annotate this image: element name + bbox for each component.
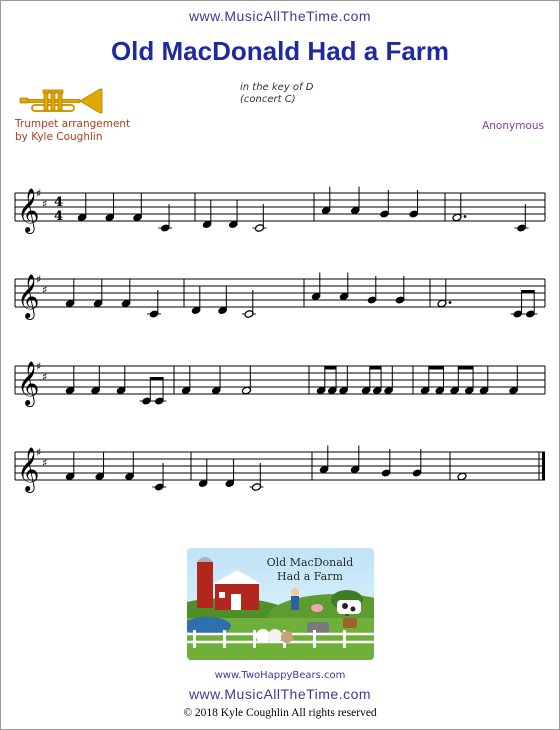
key-signature-sharp: ♯ xyxy=(36,187,41,200)
key-signature-sharp: ♯ xyxy=(36,360,41,373)
sheet-music: 𝄞♯♯ 44𝄞♯♯𝄞♯♯𝄞♯♯ xyxy=(14,186,546,493)
time-signature-top: 4 xyxy=(54,195,63,210)
key-signature-sharp: ♯ xyxy=(42,457,47,470)
beam xyxy=(428,366,444,370)
beam xyxy=(521,290,535,293)
beam xyxy=(324,366,337,370)
beam xyxy=(458,366,474,370)
dot xyxy=(463,215,467,218)
key-signature-sharp: ♯ xyxy=(36,446,41,459)
final-barline-thick xyxy=(542,452,545,480)
dot xyxy=(448,301,452,304)
key-signature-sharp: ♯ xyxy=(42,371,47,384)
key-signature-sharp: ♯ xyxy=(42,284,47,297)
note-head xyxy=(457,472,467,481)
copyright-notice: © 2018 Kyle Coughlin All rights reserved xyxy=(183,707,377,719)
site-url-bottom[interactable]: www.MusicAllTheTime.com xyxy=(0,686,560,702)
beam xyxy=(150,377,164,380)
key-signature-sharp: ♯ xyxy=(42,198,47,211)
time-signature-bottom: 4 xyxy=(54,209,63,224)
promo-title-line2: Had a Farm xyxy=(277,570,343,583)
key-signature-sharp: ♯ xyxy=(36,273,41,286)
promo-title-line1: Old MacDonald xyxy=(266,556,354,569)
twohappybears-link[interactable]: www.TwoHappyBears.com xyxy=(0,670,560,681)
beam xyxy=(369,366,382,370)
promo-title: Old MacDonald Had a Farm xyxy=(258,556,362,584)
